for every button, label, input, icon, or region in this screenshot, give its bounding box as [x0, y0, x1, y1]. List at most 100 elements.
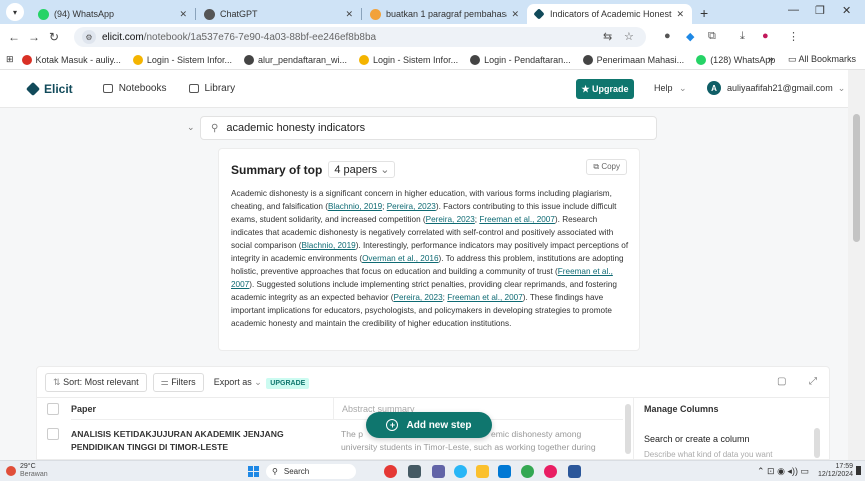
sort-button[interactable]: ⇅ Sort: Most relevant: [45, 372, 147, 392]
windows-start-icon[interactable]: [248, 466, 259, 477]
close-icon[interactable]: ✕: [676, 9, 684, 20]
task-view-icon[interactable]: [408, 465, 421, 478]
teams-icon[interactable]: [432, 465, 445, 478]
copy-button[interactable]: ⧉ Copy: [586, 159, 627, 175]
search-query-field[interactable]: ⚲ academic honesty indicators: [200, 116, 657, 140]
restore-button[interactable]: ❐: [815, 4, 825, 17]
citation-link[interactable]: Blachnio, 2019: [302, 241, 356, 250]
bookmark-item[interactable]: Login - Sistem Infor...: [359, 54, 458, 65]
filters-button[interactable]: ⚌ Filters: [152, 372, 204, 392]
notebook-icon: [102, 84, 113, 93]
paper-title[interactable]: ANALISIS KETIDAKJUJURAN AKADEMIK JENJANG…: [71, 428, 321, 454]
user-menu[interactable]: A auliyaafifah21@gmail.com ⌄: [707, 81, 845, 95]
column-header-label: Paper: [71, 403, 97, 414]
tab-search-icon[interactable]: ▾: [6, 3, 24, 21]
citation-link[interactable]: Freeman et al., 2007: [447, 293, 523, 302]
clock[interactable]: 17:59 12/12/2024: [818, 463, 853, 479]
close-icon[interactable]: ✕: [511, 9, 519, 20]
browser-tab-chatgpt[interactable]: ChatGPT ✕: [196, 4, 361, 24]
search-icon: ⚲: [211, 122, 219, 134]
bookmark-label: Penerimaan Mahasi...: [596, 54, 685, 65]
paper-title-line: ANALISIS KETIDAKJUJURAN AKADEMIK JENJANG: [71, 429, 284, 439]
notebook-content[interactable]: ⌄ ⚲ academic honesty indicators Summary …: [0, 108, 848, 460]
app-icon[interactable]: [384, 465, 397, 478]
bookmark-item[interactable]: (128) WhatsApp: [696, 54, 776, 65]
expand-icon[interactable]: ⤢: [809, 376, 817, 387]
citation-link[interactable]: Freeman et al., 2007: [479, 215, 555, 224]
word-icon[interactable]: [568, 465, 581, 478]
manage-columns-title: Manage Columns: [644, 404, 719, 414]
papers-count-dropdown[interactable]: 4 papers ⌄: [328, 161, 396, 178]
app-icon[interactable]: [454, 465, 467, 478]
add-new-step-button[interactable]: + Add new step: [366, 412, 492, 438]
bookmarks-overflow[interactable]: »: [768, 54, 774, 65]
download-icon[interactable]: ⤓: [740, 30, 745, 43]
browser-tab-elicit[interactable]: Indicators of Academic Honest ✕: [527, 4, 692, 24]
export-button[interactable]: Export as ⌄ UPGRADE: [209, 373, 314, 391]
all-bookmarks[interactable]: ▭ All Bookmarks: [788, 54, 856, 65]
bookmark-star-icon[interactable]: ☆: [624, 30, 634, 43]
browser-tab-search[interactable]: buatkan 1 paragraf pembahasa ✕: [362, 4, 527, 24]
avatar: A: [707, 81, 721, 95]
citation-link[interactable]: Overman et al., 2016: [362, 254, 438, 263]
bookmark-item[interactable]: alur_pendaftaran_wi...: [243, 54, 348, 65]
edge-icon[interactable]: [498, 465, 511, 478]
bookmark-item[interactable]: Penerimaan Mahasi...: [582, 54, 685, 65]
citation-link[interactable]: Blachnio, 2019: [328, 202, 382, 211]
bookmark-item[interactable]: Login - Pendaftaran...: [470, 54, 571, 65]
panel-scrollbar[interactable]: [814, 428, 820, 458]
citation-link[interactable]: Pereira, 2023: [387, 202, 436, 211]
profile-icon[interactable]: ●: [762, 30, 769, 42]
page-scrollbar[interactable]: [848, 70, 865, 460]
close-icon[interactable]: ✕: [179, 9, 187, 20]
back-button[interactable]: ←: [4, 30, 24, 44]
logo-text: Elicit: [44, 81, 73, 96]
abstract-text: The p: [341, 429, 363, 439]
bookmark-item[interactable]: Kotak Masuk - auliy...: [21, 54, 121, 65]
browser-tab-whatsapp[interactable]: (94) WhatsApp ✕: [30, 4, 195, 24]
taskbar-search[interactable]: ⚲ Search: [266, 464, 356, 479]
nav-notebooks[interactable]: Notebooks: [102, 83, 167, 94]
close-window-button[interactable]: ✕: [842, 4, 851, 17]
table-scrollbar[interactable]: [625, 404, 631, 454]
minimize-button[interactable]: —: [788, 4, 799, 16]
extension-icon[interactable]: ◆: [686, 30, 694, 43]
bookmark-label: alur_pendaftaran_wi...: [257, 54, 348, 65]
chrome-icon[interactable]: [521, 465, 534, 478]
upgrade-button[interactable]: ★ Upgrade: [576, 79, 634, 99]
column-header-paper[interactable]: Paper: [71, 398, 333, 420]
bookmark-label: (128) WhatsApp: [710, 54, 776, 65]
file-explorer-icon[interactable]: [476, 465, 489, 478]
help-menu[interactable]: Help ⌄: [654, 83, 687, 94]
app-icon[interactable]: [544, 465, 557, 478]
page-scroll-thumb[interactable]: [853, 114, 860, 242]
nav-library[interactable]: Library: [188, 83, 235, 94]
row-checkbox[interactable]: [47, 428, 59, 440]
bookmark-icon: [359, 54, 370, 65]
select-all-checkbox[interactable]: [47, 403, 59, 415]
url-field[interactable]: ⚙ elicit.com/notebook/1a537e76-7e90-4a03…: [74, 27, 646, 47]
citation-link[interactable]: Pereira, 2023: [426, 215, 475, 224]
extensions-puzzle-icon[interactable]: ⧉: [708, 30, 716, 43]
column-description-input[interactable]: Describe what kind of data you want: [644, 450, 773, 459]
bookmark-item[interactable]: Login - Sistem Infor...: [132, 54, 232, 65]
notification-icon[interactable]: [856, 466, 861, 475]
chevron-down-icon[interactable]: ⌄: [187, 122, 195, 133]
panel-toggle-icon[interactable]: ▢: [777, 376, 786, 387]
elicit-logo[interactable]: Elicit: [25, 81, 73, 96]
site-info-icon[interactable]: ⚙: [82, 30, 96, 44]
citation-link[interactable]: Pereira, 2023: [393, 293, 442, 302]
results-toolbar: ⇅ Sort: Most relevant ⚌ Filters Export a…: [36, 366, 830, 398]
reload-button[interactable]: ↻: [44, 30, 64, 44]
weather-widget[interactable]: 29°C Berawan: [6, 463, 48, 479]
system-tray-icons[interactable]: ⌃ ⊡ ◉ ◂)) ▭: [757, 466, 809, 477]
forward-button[interactable]: →: [24, 30, 44, 44]
filters-label: Filters: [171, 376, 196, 387]
close-icon[interactable]: ✕: [345, 9, 353, 20]
new-tab-button[interactable]: +: [700, 5, 708, 21]
translate-icon[interactable]: ⇆: [603, 30, 612, 43]
apps-grid-icon[interactable]: ⊞: [6, 54, 14, 65]
extension-icon[interactable]: ●: [664, 30, 671, 42]
upgrade-badge: UPGRADE: [266, 377, 310, 389]
menu-icon[interactable]: ⋮: [788, 30, 799, 43]
